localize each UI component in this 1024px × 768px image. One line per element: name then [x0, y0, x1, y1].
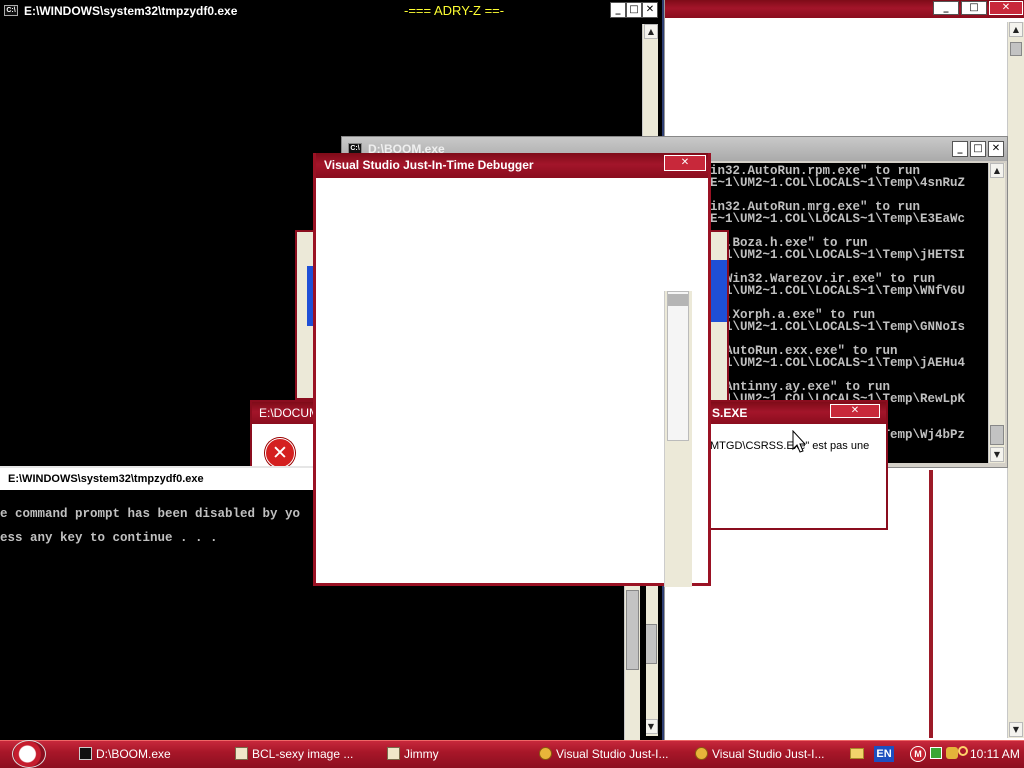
system-tray: EN M 10:11 AM: [846, 742, 1024, 766]
error-x-icon: ✕: [265, 438, 295, 468]
close-button[interactable]: ✕: [830, 404, 880, 418]
maximize-button[interactable]: □: [961, 1, 987, 15]
debugger-icon: [695, 747, 708, 760]
background-window-titlebar[interactable]: _ □ ✕: [665, 0, 1024, 18]
folder-tray-icon[interactable]: [850, 748, 864, 759]
search-tray-icon[interactable]: [958, 746, 968, 756]
console-icon: C:\: [4, 5, 18, 16]
scroll-thumb[interactable]: [1010, 42, 1022, 56]
docum-titlebar[interactable]: E:\DOCUM: [252, 402, 318, 424]
console-bottom-title: E:\WINDOWS\system32\tmpzydf0.exe: [8, 473, 204, 485]
scroll-thumb[interactable]: [990, 425, 1004, 445]
jit-title: Visual Studio Just-In-Time Debugger: [324, 158, 534, 172]
boom-output-line: E~1\UM2~1.COL\LOCALS~1\Temp\jAEHu4: [710, 356, 966, 370]
taskbar-button-label: D:\BOOM.exe: [96, 747, 171, 761]
antivirus-tray-icon[interactable]: M: [910, 746, 926, 762]
taskbar-button[interactable]: BCL-sexy image ...: [232, 742, 372, 766]
maximize-button[interactable]: □: [626, 2, 642, 18]
boom-output-line: E~1\UM2~1.COL\LOCALS~1\Temp\GNNoIs: [710, 320, 966, 334]
start-orb-icon: [12, 740, 46, 768]
scroll-down-arrow-icon[interactable]: ▼: [644, 719, 658, 734]
speaker-tray-icon[interactable]: [946, 747, 958, 759]
scroll-down-arrow-icon[interactable]: ▼: [990, 447, 1004, 462]
console-icon: [79, 747, 92, 760]
window-divider: [929, 470, 933, 738]
scroll-thumb[interactable]: [668, 294, 688, 306]
console-top-title: E:\WINDOWS\system32\tmpzydf0.exe: [24, 4, 238, 18]
minimize-button[interactable]: _: [933, 1, 959, 15]
clock[interactable]: 10:11 AM: [970, 742, 1020, 766]
jit-titlebar[interactable]: Visual Studio Just-In-Time Debugger ✕: [316, 153, 708, 178]
background-window-scrollbar[interactable]: ▲ ▼: [1007, 22, 1024, 738]
csrss-titlebar[interactable]: S.EXE ✕: [702, 402, 886, 424]
maximize-button[interactable]: □: [970, 141, 986, 157]
taskbar-button-label: Visual Studio Just-I...: [712, 747, 825, 761]
mouse-cursor-icon: [792, 430, 807, 453]
docum-title: E:\DOCUM: [259, 406, 318, 420]
taskbar-button-label: BCL-sexy image ...: [252, 747, 354, 761]
adry-z-watermark: -=== ADRY-Z ==-: [404, 3, 505, 18]
language-indicator[interactable]: EN: [874, 746, 894, 762]
scroll-up-arrow-icon[interactable]: ▲: [990, 163, 1004, 178]
csrss-error-dialog: S.EXE ✕ MTGD\CSRSS.Exe" est pas une: [700, 400, 888, 530]
boom-output-line: E~1\UM2~1.COL\LOCALS~1\Temp\WNfV6U: [710, 284, 966, 298]
boom-output-line: E~1\UM2~1.COL\LOCALS~1\Temp\4snRuZ: [710, 176, 966, 190]
jit-debugger-dialog[interactable]: Visual Studio Just-In-Time Debugger ✕: [313, 153, 711, 587]
jit-inner-panel: [664, 291, 692, 587]
taskbar-button-label: Visual Studio Just-I...: [556, 747, 669, 761]
boom-output-line: E~1\UM2~1.COL\LOCALS~1\Temp\E3EaWc: [710, 212, 966, 226]
boom-scrollbar[interactable]: ▲ ▼: [988, 163, 1005, 463]
console-bottom-line-2: ess any key to continue . . .: [0, 531, 218, 545]
taskbar-button[interactable]: Jimmy: [384, 742, 524, 766]
partial-dialog-blue-band: [709, 260, 727, 322]
jit-list-scrollbar[interactable]: [667, 291, 689, 441]
close-button[interactable]: ✕: [642, 2, 658, 18]
boom-output-line: E~1\UM2~1.COL\LOCALS~1\Temp\jHETSI: [710, 248, 966, 262]
scroll-up-arrow-icon[interactable]: ▲: [644, 24, 658, 39]
minimize-button[interactable]: _: [610, 2, 626, 18]
debugger-icon: [539, 747, 552, 760]
close-button[interactable]: ✕: [664, 155, 706, 171]
scroll-up-arrow-icon[interactable]: ▲: [1009, 22, 1023, 37]
close-button[interactable]: ✕: [989, 1, 1023, 15]
taskbar-button-label: Jimmy: [404, 747, 439, 761]
csrss-title: S.EXE: [712, 406, 748, 420]
minimize-button[interactable]: _: [952, 141, 968, 157]
scroll-thumb[interactable]: [626, 590, 639, 670]
taskbar-button[interactable]: Visual Studio Just-I...: [536, 742, 686, 766]
window-icon: [387, 747, 400, 760]
console-top-titlebar[interactable]: C:\ E:\WINDOWS\system32\tmpzydf0.exe -==…: [0, 0, 662, 22]
taskbar-button[interactable]: Visual Studio Just-I...: [692, 742, 842, 766]
console-bottom-line-1: e command prompt has been disabled by yo: [0, 507, 301, 521]
scroll-down-arrow-icon[interactable]: ▼: [1009, 722, 1023, 737]
network-tray-icon[interactable]: [930, 747, 942, 759]
taskbar-button[interactable]: D:\BOOM.exe: [76, 742, 216, 766]
start-button[interactable]: [8, 740, 48, 768]
csrss-message: MTGD\CSRSS.Exe" est pas une: [710, 440, 870, 452]
window-icon: [235, 747, 248, 760]
docum-error-dialog: E:\DOCUM ✕: [250, 400, 320, 470]
close-button[interactable]: ✕: [988, 141, 1004, 157]
